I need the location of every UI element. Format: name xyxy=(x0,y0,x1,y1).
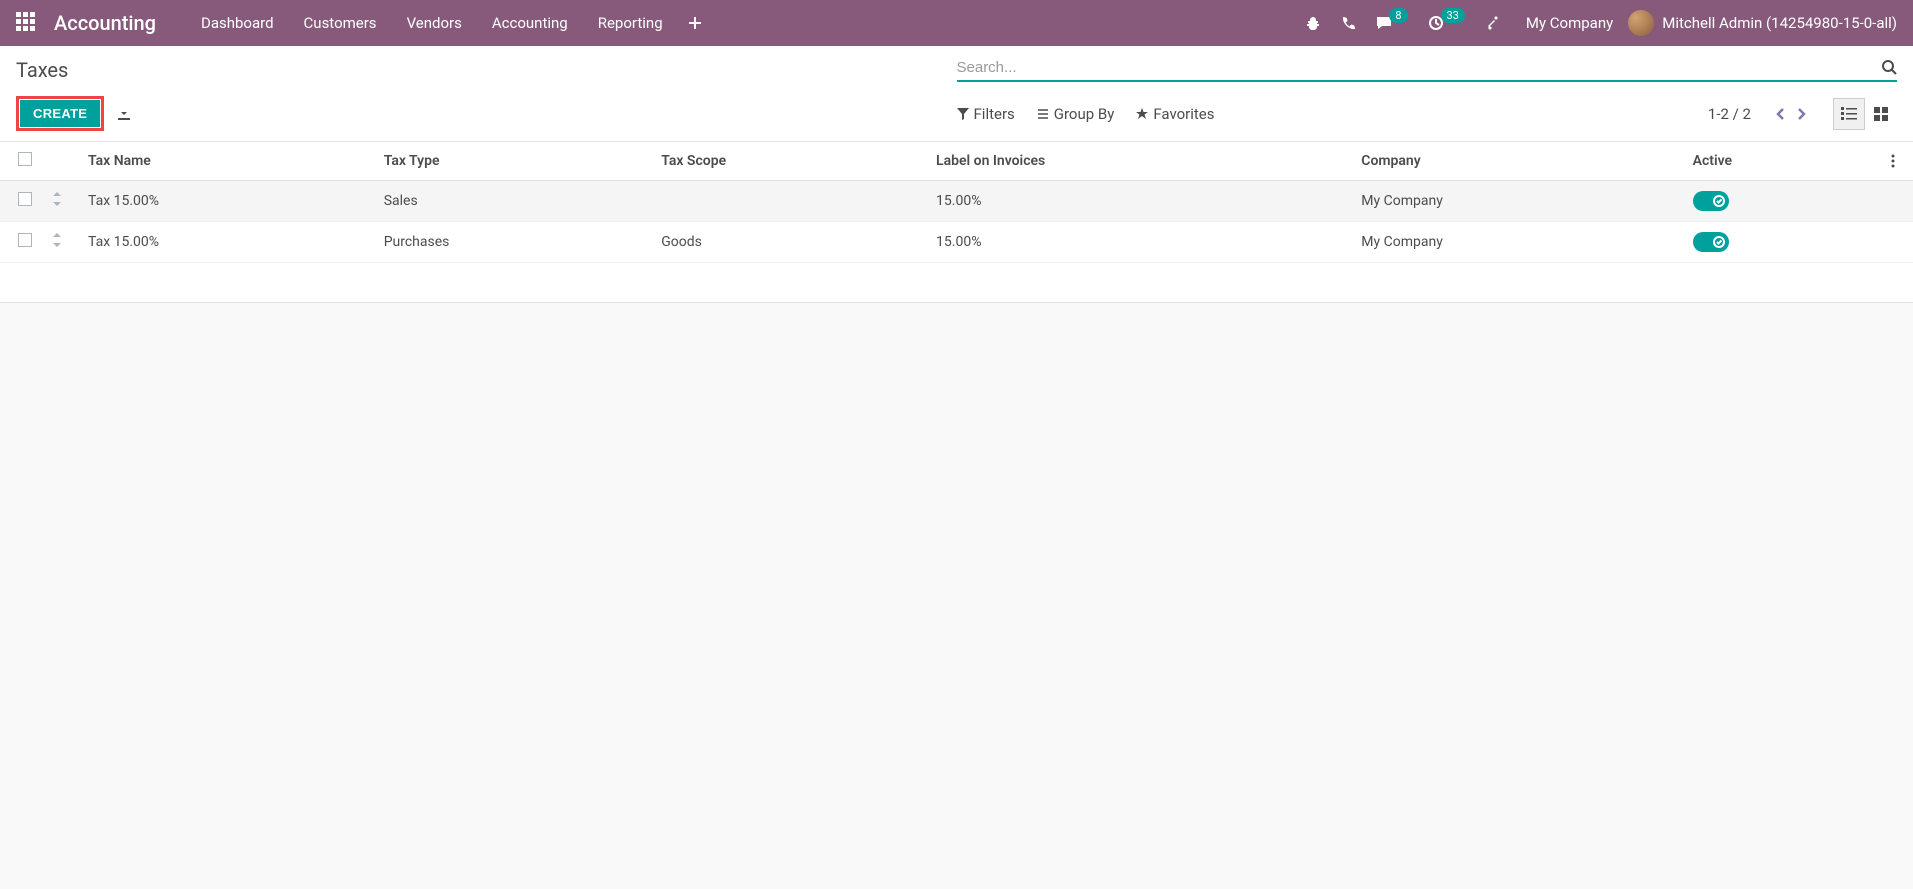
create-highlight: CREATE xyxy=(16,96,104,131)
phone-icon[interactable] xyxy=(1341,16,1356,31)
search-bar[interactable] xyxy=(957,59,1898,82)
favorites-button[interactable]: Favorites xyxy=(1136,105,1214,123)
table-row[interactable]: Tax 15.00% Sales 15.00% My Company xyxy=(0,181,1913,222)
table-row[interactable]: Tax 15.00% Purchases Goods 15.00% My Com… xyxy=(0,222,1913,263)
create-button[interactable]: CREATE xyxy=(20,100,100,127)
active-toggle[interactable] xyxy=(1693,191,1729,211)
select-all-checkbox[interactable] xyxy=(18,152,32,166)
cell-company: My Company xyxy=(1353,222,1684,263)
col-active[interactable]: Active xyxy=(1685,142,1873,181)
control-panel: Taxes CREATE Filters Group By xyxy=(0,46,1913,142)
groupby-label: Group By xyxy=(1054,105,1115,123)
tools-icon[interactable] xyxy=(1485,15,1501,31)
avatar xyxy=(1628,10,1654,36)
cell-tax-name: Tax 15.00% xyxy=(80,181,376,222)
activities-icon[interactable]: 33 xyxy=(1428,15,1465,31)
drag-handle-icon[interactable] xyxy=(52,192,62,206)
search-input[interactable] xyxy=(957,59,1874,76)
bug-icon[interactable] xyxy=(1305,15,1321,31)
cell-tax-type: Sales xyxy=(376,181,654,222)
activities-badge: 33 xyxy=(1441,8,1465,23)
cell-label: 15.00% xyxy=(928,181,1353,222)
cell-company: My Company xyxy=(1353,181,1684,222)
cell-tax-scope xyxy=(653,181,928,222)
cell-label: 15.00% xyxy=(928,222,1353,263)
nav-customers[interactable]: Customers xyxy=(304,14,377,32)
col-tax-scope[interactable]: Tax Scope xyxy=(653,142,928,181)
list-view: Tax Name Tax Type Tax Scope Label on Inv… xyxy=(0,142,1913,303)
col-tax-name[interactable]: Tax Name xyxy=(80,142,376,181)
plus-icon[interactable] xyxy=(688,16,702,30)
search-icon[interactable] xyxy=(1881,59,1897,75)
top-navbar: Accounting Dashboard Customers Vendors A… xyxy=(0,0,1913,46)
messages-icon[interactable]: 8 xyxy=(1376,15,1407,31)
filters-button[interactable]: Filters xyxy=(957,105,1015,123)
cell-tax-scope: Goods xyxy=(653,222,928,263)
cell-tax-name: Tax 15.00% xyxy=(80,222,376,263)
pager-next-icon[interactable] xyxy=(1797,103,1807,124)
drag-handle-icon[interactable] xyxy=(52,233,62,247)
filters-label: Filters xyxy=(974,105,1015,123)
col-tax-type[interactable]: Tax Type xyxy=(376,142,654,181)
company-selector[interactable]: My Company xyxy=(1526,14,1613,32)
row-checkbox[interactable] xyxy=(18,233,32,247)
pager-prev-icon[interactable] xyxy=(1775,103,1785,124)
row-checkbox[interactable] xyxy=(18,192,32,206)
apps-icon[interactable] xyxy=(16,12,38,34)
favorites-label: Favorites xyxy=(1153,105,1214,123)
nav-accounting[interactable]: Accounting xyxy=(492,14,568,32)
messages-badge: 8 xyxy=(1389,8,1407,23)
list-view-icon[interactable] xyxy=(1833,98,1865,130)
app-brand[interactable]: Accounting xyxy=(54,11,156,35)
nav-vendors[interactable]: Vendors xyxy=(407,14,462,32)
kanban-view-icon[interactable] xyxy=(1865,98,1897,130)
pager-text[interactable]: 1-2 / 2 xyxy=(1708,105,1751,123)
user-menu[interactable]: Mitchell Admin (14254980-15-0-all) xyxy=(1628,10,1897,36)
col-label[interactable]: Label on Invoices xyxy=(928,142,1353,181)
nav-dashboard[interactable]: Dashboard xyxy=(201,14,274,32)
nav-reporting[interactable]: Reporting xyxy=(598,14,663,32)
user-name: Mitchell Admin (14254980-15-0-all) xyxy=(1662,14,1897,32)
active-toggle[interactable] xyxy=(1693,232,1729,252)
col-company[interactable]: Company xyxy=(1353,142,1684,181)
columns-options-icon[interactable] xyxy=(1891,153,1895,169)
cell-tax-type: Purchases xyxy=(376,222,654,263)
import-icon[interactable] xyxy=(116,105,132,121)
groupby-button[interactable]: Group By xyxy=(1037,105,1115,123)
breadcrumb: Taxes xyxy=(16,58,957,82)
table-header-row: Tax Name Tax Type Tax Scope Label on Inv… xyxy=(0,142,1913,181)
